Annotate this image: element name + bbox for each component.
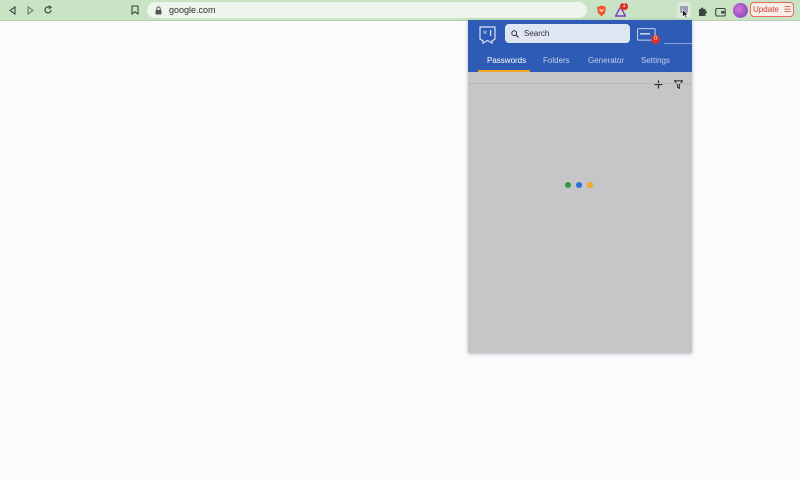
reload-button[interactable] — [41, 3, 55, 17]
forward-icon — [26, 5, 34, 15]
toolbar-divider — [468, 83, 692, 84]
tab-settings[interactable]: Settings — [641, 56, 670, 65]
add-password-button[interactable] — [652, 78, 664, 90]
popup-tabs: Passwords Folders Generator Settings — [468, 52, 692, 72]
search-icon — [511, 29, 520, 38]
header-divider — [664, 43, 692, 44]
mouse-cursor-icon — [682, 9, 689, 19]
popup-header: * 0 Passwords Folders Generator Settings — [468, 20, 692, 72]
url-text: google.com — [169, 5, 216, 15]
back-button[interactable] — [5, 3, 19, 17]
filter-icon — [673, 79, 683, 89]
filter-button[interactable] — [672, 78, 684, 90]
rewards-badge: 1 — [620, 3, 628, 10]
lock-icon — [155, 5, 163, 15]
reload-icon — [44, 5, 53, 14]
extensions-puzzle-icon[interactable] — [697, 4, 708, 22]
plus-icon — [654, 80, 662, 88]
bookmark-button[interactable] — [128, 3, 142, 17]
back-icon — [8, 5, 16, 15]
loading-dot — [576, 182, 582, 188]
tab-generator[interactable]: Generator — [588, 56, 624, 65]
update-label: Update — [753, 5, 779, 14]
menu-icon: ☰ — [783, 5, 791, 14]
svg-text:*: * — [483, 30, 487, 39]
wallet-icon[interactable] — [715, 4, 726, 22]
tab-folders[interactable]: Folders — [543, 56, 570, 65]
tab-passwords[interactable]: Passwords — [487, 56, 526, 65]
search-input[interactable] — [524, 29, 624, 38]
bookmark-icon — [131, 5, 139, 15]
profile-avatar[interactable] — [733, 3, 748, 18]
address-bar[interactable]: google.com — [147, 2, 587, 18]
loading-indicator — [565, 182, 595, 188]
active-tab-indicator — [478, 70, 530, 72]
loading-dot — [565, 182, 571, 188]
loading-dot — [587, 182, 593, 188]
browser-toolbar: google.com 1 Update ☰ — [0, 0, 800, 21]
password-manager-popup: * 0 Passwords Folders Generator Settings — [468, 20, 692, 353]
search-box[interactable] — [505, 24, 630, 43]
password-manager-logo-icon[interactable]: * — [479, 26, 496, 49]
update-button[interactable]: Update ☰ — [750, 2, 794, 17]
notification-badge: 0 — [651, 35, 660, 44]
forward-button[interactable] — [23, 3, 37, 17]
